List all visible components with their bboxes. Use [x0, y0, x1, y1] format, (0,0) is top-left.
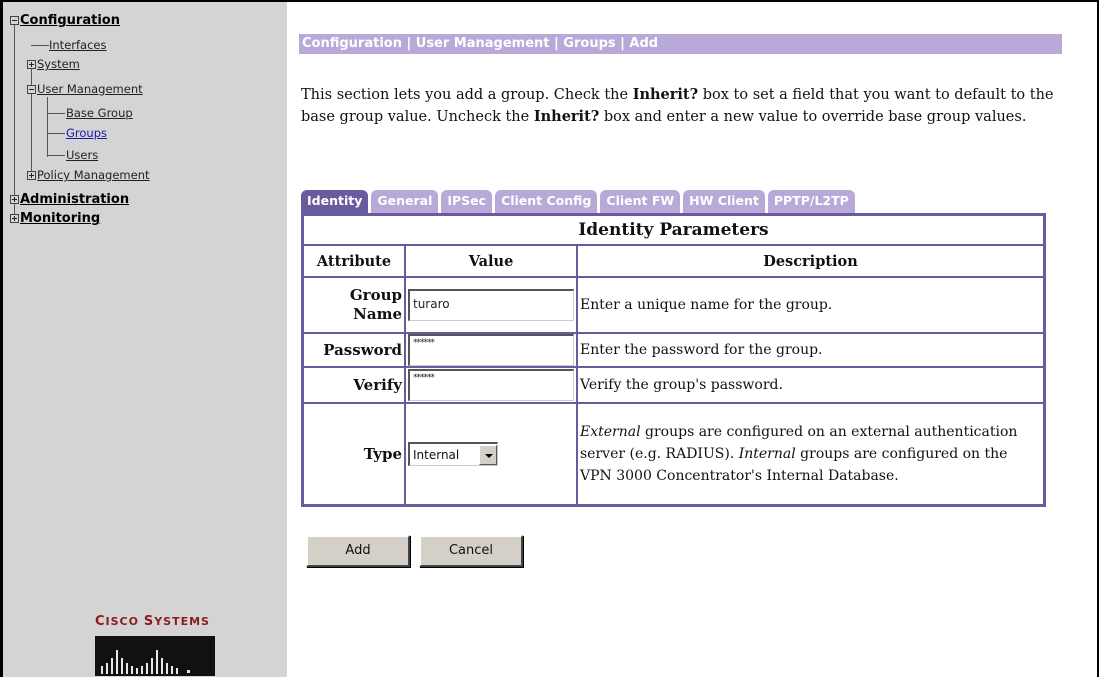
expand-icon[interactable] [27, 60, 36, 69]
password-label: Password [303, 333, 405, 367]
tree-line [31, 45, 49, 46]
collapse-icon[interactable] [10, 16, 19, 25]
group-name-label: Group Name [303, 277, 405, 333]
cisco-systems-logo: CISCO SYSTEMS [95, 614, 210, 629]
verify-password-input[interactable]: ****** [408, 369, 574, 401]
tree-line [47, 113, 65, 114]
left-nav: Configuration Interfaces System User Man… [3, 2, 287, 677]
nav-item-monitoring[interactable]: Monitoring [10, 211, 100, 226]
expand-icon[interactable] [27, 171, 36, 180]
table-row: Password ****** Enter the password for t… [303, 333, 1044, 367]
chevron-down-icon[interactable] [479, 444, 497, 465]
cancel-button[interactable]: Cancel [419, 535, 523, 567]
group-name-input[interactable]: turaro [408, 289, 574, 321]
add-button[interactable]: Add [306, 535, 410, 567]
column-header-attribute: Attribute [303, 245, 405, 277]
nav-item-administration[interactable]: Administration [10, 192, 129, 207]
table-row: Type Internal External groups are config… [303, 403, 1044, 505]
type-select-value: Internal [413, 447, 460, 462]
verify-label: Verify [303, 367, 405, 403]
verify-description: Verify the group's password. [577, 367, 1044, 403]
tab-general[interactable]: General [371, 190, 439, 214]
tree-line [47, 155, 65, 156]
nav-item-interfaces[interactable]: Interfaces [49, 38, 106, 52]
tab-client-config[interactable]: Client Config [495, 190, 598, 214]
cisco-bridge-icon [95, 636, 215, 676]
tab-pptp-l2tp[interactable]: PPTP/L2TP [767, 190, 855, 214]
tab-identity[interactable]: Identity [301, 190, 369, 214]
tab-bar: Identity General IPSec Client Config Cli… [301, 190, 858, 214]
nav-item-policy-management[interactable]: Policy Management [27, 168, 150, 182]
type-description: External groups are configured on an ext… [577, 403, 1044, 505]
nav-item-configuration[interactable]: Configuration [10, 13, 120, 28]
nav-item-user-management[interactable]: User Management [27, 82, 143, 96]
expand-icon[interactable] [10, 195, 19, 204]
tab-hw-client[interactable]: HW Client [683, 190, 765, 214]
group-name-description: Enter a unique name for the group. [577, 277, 1044, 333]
tree-line [47, 133, 65, 134]
tree-line [47, 97, 48, 157]
column-header-description: Description [577, 245, 1044, 277]
breadcrumb: Configuration | User Management | Groups… [299, 34, 1062, 54]
table-title: Identity Parameters [303, 215, 1044, 245]
nav-item-base-group[interactable]: Base Group [66, 106, 133, 120]
type-select[interactable]: Internal [408, 442, 498, 466]
intro-text: This section lets you add a group. Check… [301, 86, 1054, 125]
tab-ipsec[interactable]: IPSec [441, 190, 493, 214]
table-row: Verify ****** Verify the group's passwor… [303, 367, 1044, 403]
column-header-value: Value [405, 245, 577, 277]
password-description: Enter the password for the group. [577, 333, 1044, 367]
table-row: Group Name turaro Enter a unique name fo… [303, 277, 1044, 333]
collapse-icon[interactable] [27, 85, 36, 94]
tab-client-fw[interactable]: Client FW [600, 190, 681, 214]
nav-item-system[interactable]: System [27, 57, 80, 71]
password-input[interactable]: ****** [408, 334, 574, 366]
nav-item-groups[interactable]: Groups [66, 126, 107, 140]
tree-line [14, 20, 15, 215]
expand-icon[interactable] [10, 214, 19, 223]
type-label: Type [303, 403, 405, 505]
nav-item-users[interactable]: Users [66, 148, 98, 162]
identity-parameters-table: Identity Parameters Attribute Value Desc… [301, 213, 1046, 507]
